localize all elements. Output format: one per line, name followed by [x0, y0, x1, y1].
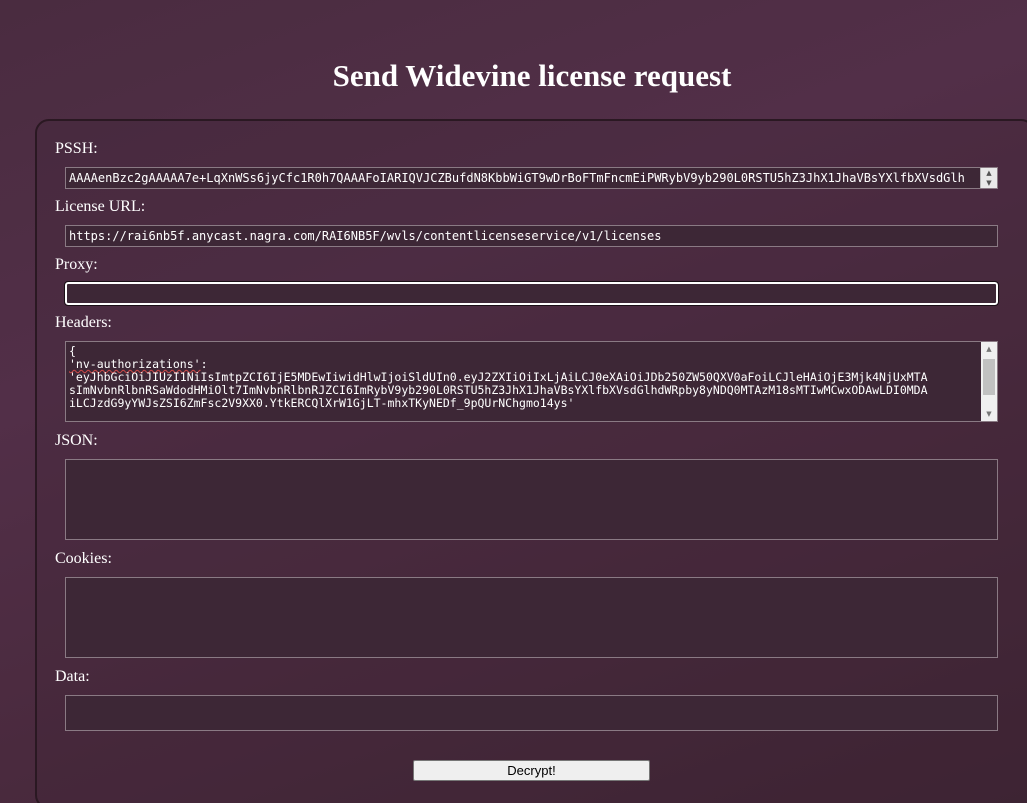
json-label: JSON: — [55, 432, 98, 449]
cookies-label: Cookies: — [55, 550, 112, 567]
proxy-label: Proxy: — [55, 256, 98, 273]
chevron-down-icon[interactable]: ▼ — [981, 178, 997, 188]
pssh-resize-spinner[interactable]: ▲ ▼ — [980, 168, 997, 188]
headers-scrollbar[interactable]: ▲ ▼ — [981, 342, 997, 421]
spellcheck-word: 'nv-authorizations' — [69, 357, 201, 371]
pssh-value: AAAAenBzc2gAAAAA7e+LqXnWSs6jyCfc1R0h7QAA… — [69, 171, 965, 185]
license-url-field[interactable]: https://rai6nb5f.anycast.nagra.com/RAI6N… — [65, 225, 998, 247]
headers-label: Headers: — [55, 314, 112, 331]
cookies-field[interactable] — [65, 577, 998, 658]
page-title: Send Widevine license request — [332, 58, 732, 93]
pssh-label: PSSH: — [55, 140, 98, 157]
pssh-field[interactable]: AAAAenBzc2gAAAAA7e+LqXnWSs6jyCfc1R0h7QAA… — [65, 167, 998, 189]
chevron-up-icon[interactable]: ▲ — [981, 168, 997, 178]
headers-line: iLCJzdG9yYWJsZSI6ZmFsc2V9XX0.YtkERCQlXrW… — [69, 396, 575, 410]
scrollbar-thumb[interactable] — [983, 359, 995, 395]
license-url-label: License URL: — [55, 198, 146, 215]
license-url-value: https://rai6nb5f.anycast.nagra.com/RAI6N… — [69, 229, 662, 243]
scroll-up-icon[interactable]: ▲ — [981, 342, 997, 356]
json-field[interactable] — [65, 459, 998, 540]
headers-field[interactable]: {'nv-authorizations':'eyJhbGciOiJIUzI1Ni… — [65, 341, 998, 422]
proxy-field[interactable] — [64, 281, 999, 306]
data-label: Data: — [55, 668, 90, 685]
decrypt-button[interactable]: Decrypt! — [413, 760, 650, 781]
scroll-down-icon[interactable]: ▼ — [981, 407, 997, 421]
data-field[interactable] — [65, 695, 998, 731]
